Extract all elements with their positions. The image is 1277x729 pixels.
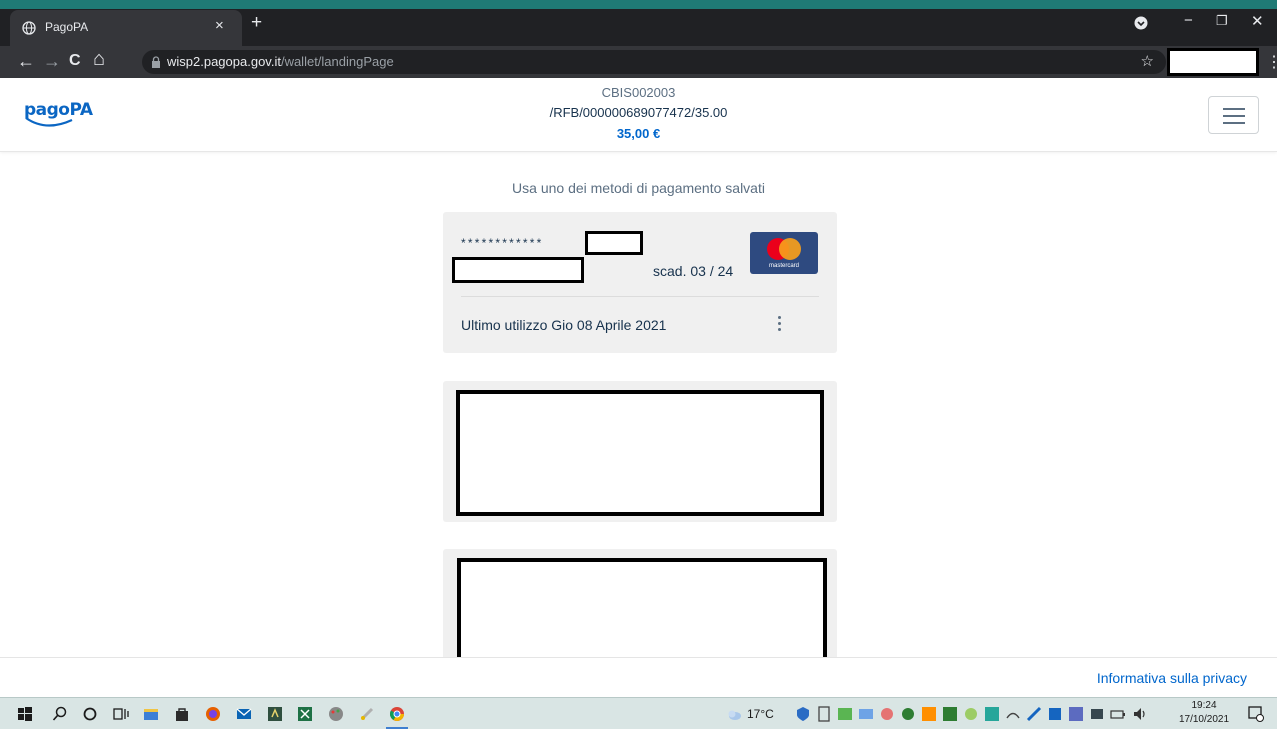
app-icon[interactable] [267,706,283,722]
tray-icons[interactable] [1068,706,1084,722]
hamburger-menu-button[interactable] [1208,96,1259,134]
paint-icon[interactable] [328,706,344,722]
payment-amount: 35,00 € [616,126,661,141]
reload-button[interactable]: C [69,51,81,71]
system-clock[interactable]: 19:24 17/10/2021 [1176,699,1232,727]
tab-search-icon[interactable] [1134,16,1148,30]
volume-icon[interactable] [1132,706,1148,722]
hamburger-icon-bar [1223,108,1245,110]
battery-icon[interactable] [1110,706,1126,722]
last-use-text: Ultimo utilizzo Gio 08 Aprile 2021 [461,317,667,333]
address-bar[interactable]: wisp2.pagopa.gov.it/wallet/landingPage ☆ [142,50,1166,74]
saved-methods-heading: Usa uno dei metodi di pagamento salvati [512,180,765,196]
tray-icons[interactable] [900,706,916,722]
tray-icons[interactable] [984,706,1000,722]
browser-tab-strip: PagoPA × + − ❐ ✕ [0,0,1277,46]
tab-close-icon[interactable]: × [215,17,224,34]
windows-taskbar: 17°C 19:24 17/10/2021 [0,697,1277,729]
privacy-link[interactable]: Informativa sulla privacy [1097,670,1247,686]
tray-icons[interactable] [837,706,853,722]
saved-method-2[interactable] [443,381,837,522]
tray-icons[interactable] [816,706,832,722]
clock-time: 19:24 [1191,700,1217,711]
firefox-icon[interactable] [205,706,221,722]
forward-button[interactable]: → [43,51,61,71]
lock-icon [152,56,160,68]
tray-icons[interactable] [1026,706,1042,722]
file-explorer-icon[interactable] [143,706,159,722]
chrome-icon[interactable] [389,706,405,722]
redacted-method-2 [456,390,824,516]
mastercard-label: mastercard [768,263,799,269]
clock-date: 17/10/2021 [1178,714,1230,725]
globe-icon [22,21,36,35]
star-icon[interactable]: ☆ [1141,52,1154,70]
minimize-button[interactable]: − [1184,12,1193,29]
wifi-icon[interactable] [1005,706,1021,722]
url-text: wisp2.pagopa.gov.it/wallet/landingPage [167,54,394,69]
home-button[interactable]: ⌂ [93,49,105,69]
window-frame [0,0,1277,9]
masked-card-number: ************ [461,236,544,250]
tray-icons[interactable] [879,706,895,722]
browser-tab[interactable]: PagoPA × [10,10,242,46]
tray-icons[interactable] [858,706,874,722]
back-button[interactable]: ← [17,51,35,71]
new-tab-button[interactable]: + [251,12,262,34]
card-expiry: scad. 03 / 24 [653,263,734,279]
search-icon[interactable] [52,706,68,722]
page-footer: Informativa sulla privacy [0,657,1277,697]
hamburger-icon-bar [1223,115,1245,117]
tray-icons[interactable] [1089,706,1105,722]
redacted-method-3 [457,558,827,662]
browser-toolbar: ← → C ⌂ wisp2.pagopa.gov.it/wallet/landi… [0,46,1277,78]
cortana-icon[interactable] [82,706,98,722]
mastercard-logo: mastercard [750,232,818,274]
redacted-card-digits [585,231,643,255]
mastercard-orange-circle [779,238,801,260]
temperature[interactable]: 17°C [747,707,774,721]
saved-card[interactable]: ************ scad. 03 / 24 mastercard Ul… [443,212,837,353]
tray-icons[interactable] [921,706,937,722]
page-header: pagoPA CBIS002003 /RFB/000000689077472/3… [0,78,1277,152]
close-window-button[interactable]: ✕ [1251,12,1264,30]
pen-icon[interactable] [359,706,375,722]
card-divider [461,296,819,297]
url-path: /wallet/landingPage [280,54,394,69]
hamburger-icon-bar [1223,122,1245,124]
windows-start-icon[interactable] [17,706,33,722]
redacted-cardholder [452,257,584,283]
tray-icons[interactable] [1047,706,1063,722]
tray-icons[interactable] [942,706,958,722]
browser-menu-icon[interactable]: ⋮ [1266,52,1277,72]
spreadsheet-icon[interactable] [297,706,313,722]
redacted-profile [1167,48,1259,76]
restore-button[interactable]: ❐ [1216,13,1228,29]
kebab-icon[interactable] [775,313,785,333]
mail-icon[interactable] [236,706,252,722]
task-view-icon[interactable] [113,706,129,722]
payment-reference: /RFB/000000689077472/35.00 [549,105,728,120]
tab-title: PagoPA [45,20,89,34]
weather-icon[interactable] [726,706,742,722]
url-host: wisp2.pagopa.gov.it [167,54,281,69]
saved-method-3[interactable] [443,549,837,669]
tray-icons[interactable] [963,706,979,722]
tray-icons[interactable] [795,706,811,722]
store-icon[interactable] [174,706,190,722]
notification-icon[interactable] [1248,706,1264,722]
creditor-code: CBIS002003 [601,85,676,100]
